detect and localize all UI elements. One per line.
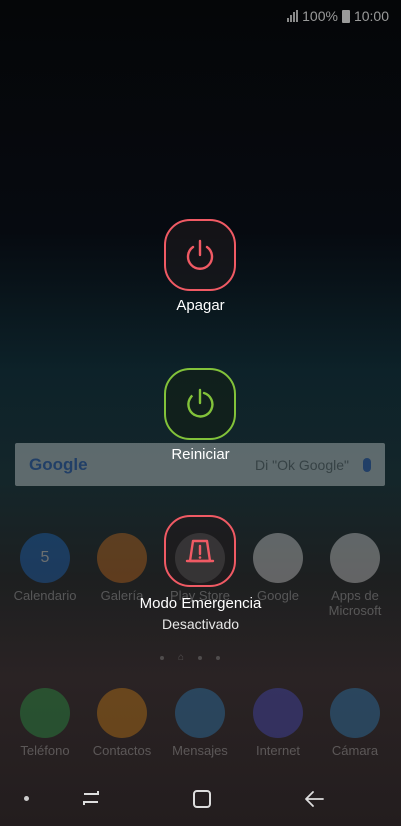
home-button[interactable] [191, 788, 213, 810]
restart-icon [187, 388, 214, 418]
emergency-mode-status: Desactivado [161, 616, 240, 632]
dock-internet: Internet [238, 688, 318, 758]
app-calendario: 5 Calendario [5, 533, 85, 603]
dock-mensajes: Mensajes [160, 688, 240, 758]
gallery-icon [97, 533, 147, 583]
google-folder-icon [253, 533, 303, 583]
power-off-button[interactable] [164, 219, 236, 291]
page-indicator: ⌂ [160, 652, 221, 663]
app-label: Cámara [331, 743, 379, 758]
app-label: Internet [255, 743, 301, 758]
restart-label: Reiniciar [171, 446, 230, 463]
calendar-day: 5 [40, 549, 50, 566]
emergency-mode-label: Modo Emergencia [139, 595, 262, 612]
emergency-mode-button[interactable] [164, 515, 236, 587]
calendar-icon: 5 [20, 533, 70, 583]
restart-button[interactable] [164, 368, 236, 440]
app-label: Mensajes [172, 743, 228, 758]
dock-contactos: Contactos [82, 688, 162, 758]
recents-button[interactable] [80, 788, 102, 808]
microsoft-folder-icon [330, 533, 380, 583]
nav-pin-dot [24, 796, 29, 801]
back-button[interactable] [302, 788, 326, 810]
dock-telefono: Teléfono [5, 688, 85, 758]
app-galeria: Galería [82, 533, 162, 603]
navigation-bar [0, 770, 401, 826]
emergency-icon [185, 539, 215, 563]
messages-icon [175, 688, 225, 738]
app-label: Teléfono [20, 743, 70, 758]
dock-camara: Cámara [315, 688, 395, 758]
internet-icon [253, 688, 303, 738]
power-off-label: Apagar [176, 297, 225, 314]
camera-icon [330, 688, 380, 738]
phone-icon [20, 688, 70, 738]
app-google-folder: Google [238, 533, 318, 603]
power-icon [186, 239, 214, 270]
contacts-icon [97, 688, 147, 738]
app-label: Contactos [92, 743, 152, 758]
